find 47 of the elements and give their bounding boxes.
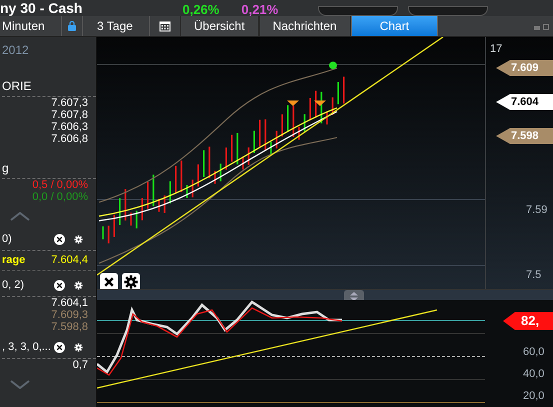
indicator-label: , 3, 3, 0,... xyxy=(2,340,51,356)
section-label: g xyxy=(2,159,96,179)
range-button[interactable]: 3 Tage xyxy=(82,16,150,36)
axis-label: 7.59 xyxy=(526,203,548,218)
date-label: 2012 xyxy=(2,42,30,59)
value-text: 0,0 / 0,00% xyxy=(32,191,88,203)
value-text: 7.606,8 xyxy=(51,133,88,145)
axis-label: 40,0 xyxy=(523,367,544,382)
value-text: 7.609,3 xyxy=(51,309,88,321)
close-icon[interactable] xyxy=(100,273,118,289)
axis-label: 60,0 xyxy=(523,345,544,360)
indicator-tag: 82, xyxy=(503,312,553,330)
price-tag: 7.598 xyxy=(496,128,553,144)
change-text: 0,26% xyxy=(182,4,220,16)
maximize-icon[interactable] xyxy=(543,24,549,30)
indicator-label: 0) xyxy=(2,232,12,248)
calendar-icon[interactable] xyxy=(159,20,171,32)
value-text: 7.606,3 xyxy=(51,121,88,133)
tab[interactable]: Nachrichten xyxy=(258,16,351,36)
axis-label: 20,0 xyxy=(523,389,544,404)
lock-icon[interactable] xyxy=(68,21,76,31)
section-label: ORIE xyxy=(2,77,96,97)
close-icon[interactable] xyxy=(54,280,65,291)
tab[interactable]: Übersicht xyxy=(180,16,259,36)
value-text: 7.607,8 xyxy=(51,109,88,121)
value-text: 0,5 / 0,00% xyxy=(32,179,88,191)
oscillator-plot[interactable] xyxy=(97,300,485,407)
indicator-label: rage xyxy=(2,253,26,268)
value-text: 7.604,4 xyxy=(51,253,88,268)
value-text: 0,7 xyxy=(72,359,88,371)
value-text: 7.604,1 xyxy=(51,297,88,309)
instrument-title: ny 30 - Cash xyxy=(0,0,82,16)
tab[interactable]: Chart xyxy=(350,16,438,36)
axis-label: 17 xyxy=(490,42,502,57)
indicator-label: 0, 2) xyxy=(2,278,24,294)
chevron-down-icon[interactable] xyxy=(10,380,30,388)
price-tag: 7.609 xyxy=(496,60,553,76)
chevron-up-icon[interactable] xyxy=(10,212,30,220)
change-text: 0,21% xyxy=(241,4,278,16)
close-icon[interactable] xyxy=(54,234,65,245)
close-icon[interactable] xyxy=(54,342,65,353)
value-text: 7.607,3 xyxy=(51,97,88,109)
value-text: 7.598,8 xyxy=(51,321,88,333)
settings-icon[interactable] xyxy=(122,273,140,289)
price-tag: 7.604 xyxy=(496,94,553,110)
interval-button[interactable]: Minuten xyxy=(0,16,62,36)
axis-label: 7.5 xyxy=(526,268,542,283)
